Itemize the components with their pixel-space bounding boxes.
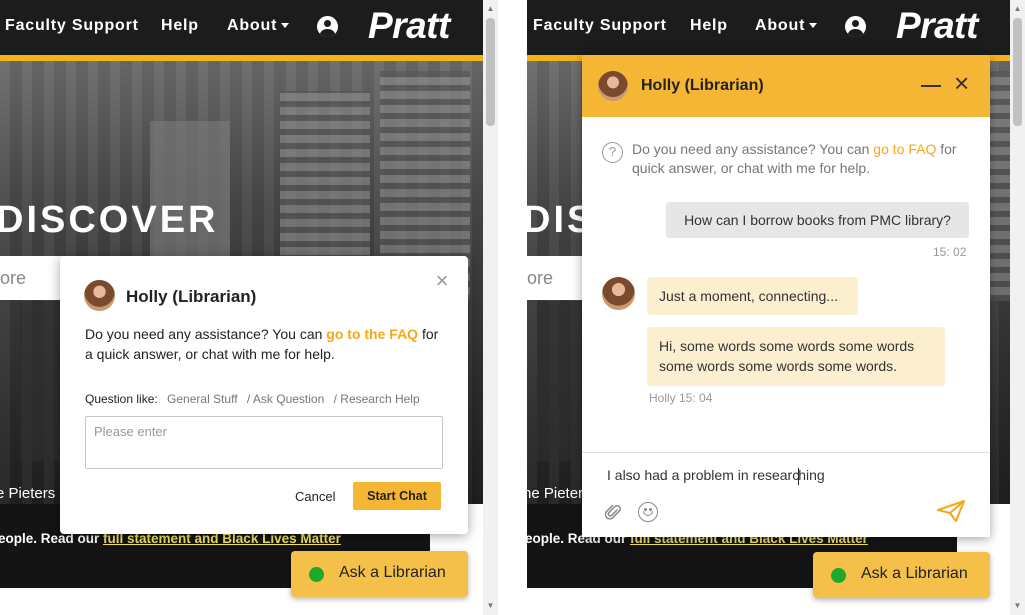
hero-title: DISCOVER	[0, 199, 219, 241]
message-input-text-rest: hing	[798, 467, 825, 483]
faq-link[interactable]: go to the FAQ	[326, 326, 418, 342]
nav-faculty-support[interactable]: Faculty Support	[5, 17, 139, 35]
divider	[498, 0, 527, 615]
chat-header: Holly (Librarian) ×	[582, 55, 990, 117]
right-scrollbar[interactable]: ▲ ▼	[1010, 0, 1025, 615]
scroll-thumb[interactable]	[486, 18, 495, 126]
option-ask-question[interactable]: / Ask Question	[247, 392, 324, 406]
left-scrollbar[interactable]: ▲ ▼	[483, 0, 498, 615]
chat-window: Holly (Librarian) × ? Do you need any as…	[582, 55, 990, 537]
invite-message-before: Do you need any assistance? You can	[85, 326, 327, 342]
agent-message: Just a moment, connecting...	[647, 277, 858, 315]
nav-help[interactable]: Help	[690, 17, 728, 35]
question-options: Question like: General Stuff / Ask Quest…	[85, 392, 420, 406]
hero-search-text: ore	[527, 268, 554, 288]
top-nav: Faculty Support Help About Pratt	[0, 0, 483, 55]
scroll-thumb[interactable]	[1013, 18, 1022, 126]
nav-about-label: About	[755, 17, 806, 34]
send-icon[interactable]	[936, 499, 966, 523]
help-icon: ?	[602, 142, 623, 163]
minimize-icon[interactable]	[921, 85, 941, 87]
left-view: Faculty Support Help About Pratt DISCOVE…	[0, 0, 483, 615]
start-chat-button[interactable]: Start Chat	[353, 482, 441, 510]
ask-librarian-label: Ask a Librarian	[339, 564, 446, 581]
agent-message: Hi, some words some words some words som…	[647, 327, 945, 386]
nav-faculty-support[interactable]: Faculty Support	[533, 17, 667, 35]
option-general-stuff[interactable]: General Stuff	[167, 392, 238, 406]
cancel-button[interactable]: Cancel	[295, 489, 335, 504]
scroll-up-icon[interactable]: ▲	[1010, 2, 1025, 16]
nav-about[interactable]: About	[755, 17, 818, 35]
online-status-icon	[831, 568, 846, 583]
top-nav: Faculty Support Help About Pratt	[527, 0, 1010, 55]
close-icon[interactable]: ×	[954, 70, 969, 96]
invite-message: Do you need any assistance? You can go t…	[85, 324, 445, 364]
question-input[interactable]: Please enter	[85, 416, 443, 469]
nav-about[interactable]: About	[227, 17, 290, 35]
scroll-down-icon[interactable]: ▼	[1010, 599, 1025, 613]
user-message: How can I borrow books from PMC library?	[666, 202, 969, 238]
brand-logo[interactable]: Pratt	[368, 5, 450, 47]
hero-search-text: ore	[0, 268, 27, 288]
user-message-time: 15: 02	[933, 245, 967, 259]
chat-intro: Do you need any assistance? You can go t…	[632, 140, 972, 178]
screen: Faculty Support Help About Pratt DISCOVE…	[0, 0, 1025, 615]
scroll-up-icon[interactable]: ▲	[483, 2, 498, 16]
online-status-icon	[309, 567, 324, 582]
chat-intro-before: Do you need any assistance? You can	[632, 141, 874, 157]
option-research-help[interactable]: / Research Help	[334, 392, 420, 406]
question-label: Question like:	[85, 392, 158, 406]
agent-name: Holly (Librarian)	[641, 77, 764, 94]
message-composer[interactable]: I also had a problem in researching	[582, 452, 990, 537]
question-input-placeholder: Please enter	[94, 424, 167, 439]
chat-invite-popover: Holly (Librarian) × Do you need any assi…	[60, 256, 468, 534]
close-icon[interactable]: ×	[433, 270, 451, 292]
ask-librarian-button[interactable]: Ask a Librarian	[291, 551, 468, 597]
chevron-down-icon	[281, 23, 290, 29]
emoji-icon[interactable]	[638, 502, 658, 522]
hero-caption: e Pieters	[0, 485, 56, 502]
user-icon[interactable]	[845, 16, 866, 37]
attach-icon[interactable]	[605, 503, 621, 521]
ask-librarian-button[interactable]: Ask a Librarian	[813, 552, 990, 598]
avatar	[84, 280, 115, 311]
right-view: Faculty Support Help About Pratt DISC or…	[527, 0, 1010, 615]
avatar	[598, 71, 628, 101]
message-input[interactable]: I also had a problem in researching	[607, 467, 825, 485]
brand-logo[interactable]: Pratt	[896, 5, 978, 47]
agent-name: Holly (Librarian)	[126, 287, 257, 306]
user-icon[interactable]	[317, 16, 338, 37]
nav-help[interactable]: Help	[161, 17, 199, 35]
agent-message-meta: Holly 15: 04	[649, 391, 713, 405]
faq-link[interactable]: go to FAQ	[873, 141, 936, 157]
ask-librarian-label: Ask a Librarian	[861, 565, 968, 582]
avatar	[602, 277, 635, 310]
hero-caption: he Pieter	[527, 485, 584, 502]
nav-about-label: About	[227, 17, 278, 34]
scroll-down-icon[interactable]: ▼	[483, 599, 498, 613]
chevron-down-icon	[809, 23, 818, 29]
message-input-text: I also had a problem in researc	[607, 467, 800, 483]
